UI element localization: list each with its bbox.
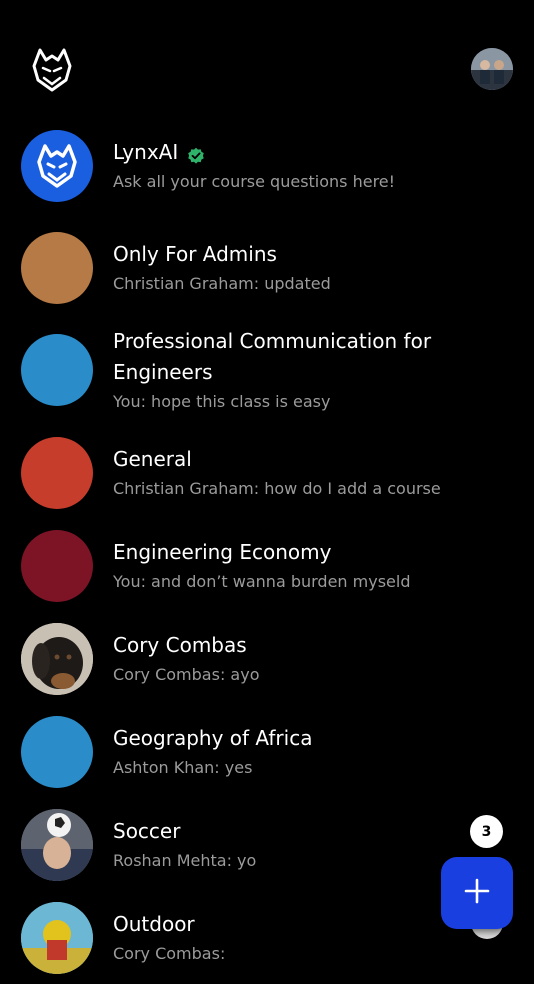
- chat-last-message: Cory Combas: ayo: [113, 664, 260, 684]
- chat-title: Geography of Africa: [113, 725, 313, 750]
- lynx-logo-icon[interactable]: [30, 44, 74, 94]
- chat-item-lynxai[interactable]: LynxAI Ask all your course questions her…: [0, 128, 534, 203]
- new-chat-button[interactable]: [441, 857, 513, 929]
- group-avatar: [21, 529, 93, 602]
- group-avatar: [21, 231, 93, 304]
- chat-last-message: Cory Combas:: [113, 943, 226, 963]
- chat-last-message: Ask all your course questions here!: [113, 171, 396, 191]
- chat-item-professional-communication[interactable]: Professional Communication for Engineers…: [0, 314, 534, 426]
- chat-title: Soccer: [113, 818, 181, 843]
- group-avatar: [21, 436, 93, 509]
- chat-title: Professional Communication for Engineers: [113, 328, 432, 384]
- group-avatar: [21, 715, 93, 788]
- unread-count-badge: 3: [470, 815, 503, 848]
- chat-title: Engineering Economy: [113, 539, 332, 564]
- chat-title: Only For Admins: [113, 241, 277, 266]
- chat-title: Cory Combas: [113, 632, 247, 657]
- chat-list: LynxAI Ask all your course questions her…: [0, 128, 534, 984]
- chat-item-cory-combas[interactable]: Cory Combas Cory Combas: ayo: [0, 612, 534, 705]
- soccer-photo-avatar: [21, 808, 93, 881]
- dog-photo-avatar: [21, 622, 93, 695]
- chat-title-label: LynxAI: [113, 139, 179, 164]
- plus-icon: [464, 878, 490, 908]
- chat-item-general[interactable]: General Christian Graham: how do I add a…: [0, 426, 534, 519]
- chat-text: Engineering Economy You: and don’t wanna…: [113, 537, 513, 595]
- chat-text: General Christian Graham: how do I add a…: [113, 444, 513, 502]
- chat-item-geography-of-africa[interactable]: Geography of Africa Ashton Khan: yes: [0, 705, 534, 798]
- chat-text: Professional Communication for Engineers…: [113, 326, 513, 415]
- profile-avatar[interactable]: [471, 48, 513, 90]
- chat-text: Only For Admins Christian Graham: update…: [113, 239, 513, 297]
- chat-title: General: [113, 446, 192, 471]
- chat-last-message: You: and don’t wanna burden myseld: [113, 571, 411, 591]
- chat-text: LynxAI Ask all your course questions her…: [113, 137, 513, 195]
- chat-last-message: Christian Graham: updated: [113, 273, 331, 293]
- chat-last-message: Ashton Khan: yes: [113, 757, 253, 777]
- chat-last-message: You: hope this class is easy: [113, 391, 331, 411]
- verified-badge-icon: [187, 143, 205, 164]
- chat-text: Geography of Africa Ashton Khan: yes: [113, 723, 513, 781]
- app-header: [0, 0, 534, 120]
- chat-last-message: Christian Graham: how do I add a course: [113, 478, 441, 498]
- chat-title: LynxAI: [113, 137, 513, 168]
- chat-item-engineering-economy[interactable]: Engineering Economy You: and don’t wanna…: [0, 519, 534, 612]
- chat-text: Cory Combas Cory Combas: ayo: [113, 630, 513, 688]
- chat-item-only-for-admins[interactable]: Only For Admins Christian Graham: update…: [0, 221, 534, 314]
- group-avatar: [21, 334, 93, 406]
- outdoor-photo-avatar: [21, 901, 93, 974]
- lynxai-avatar: [21, 129, 93, 202]
